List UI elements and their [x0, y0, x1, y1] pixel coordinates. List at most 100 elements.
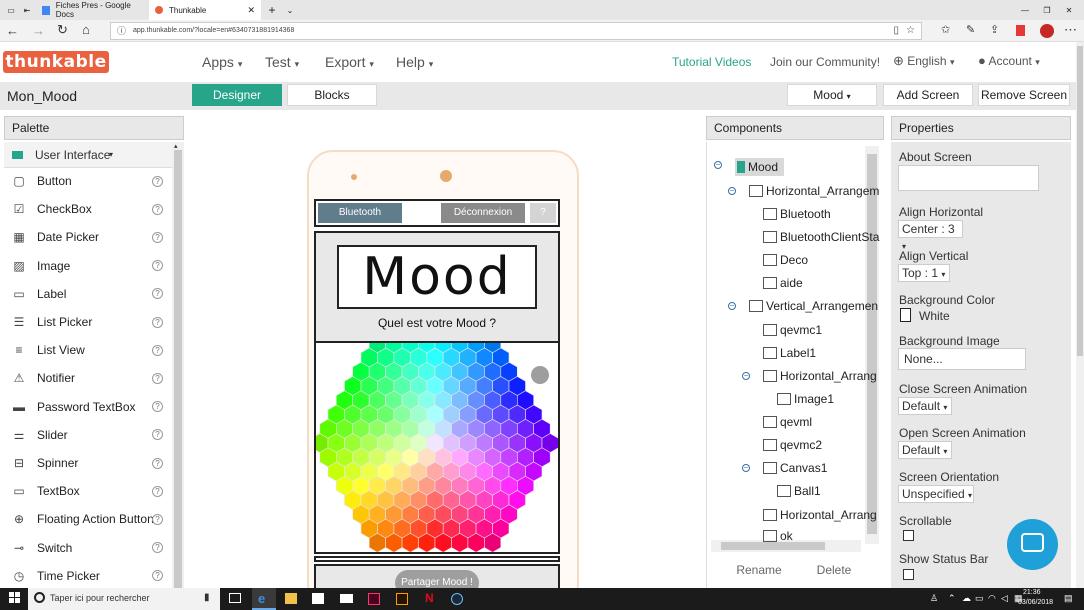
palette-item-image[interactable]: ▨ Image? [4, 252, 169, 280]
chat-button[interactable] [1007, 519, 1058, 570]
help-icon[interactable]: ? [152, 260, 163, 272]
collapse-toggle-icon[interactable]: − [742, 372, 750, 380]
tab-google-docs[interactable]: Fiches Pres - Google Docs [36, 0, 148, 20]
open-animation-select[interactable]: Default ▾ [898, 441, 952, 459]
help-icon[interactable]: ? [152, 175, 163, 187]
rename-button[interactable]: Rename [725, 560, 793, 580]
blocks-tab[interactable]: Blocks [287, 84, 377, 106]
palette-item-notifier[interactable]: ⚠ Notifier? [4, 364, 169, 392]
menu-help[interactable]: Help ▾ [396, 54, 433, 70]
scroll-up-icon[interactable]: ▴ [174, 142, 178, 150]
microphone-icon[interactable]: ▮ [204, 592, 210, 603]
windows-start-icon[interactable] [9, 592, 21, 604]
palette-item-date-picker[interactable]: ▦ Date Picker? [4, 223, 169, 251]
background-color-value[interactable]: White [919, 309, 950, 323]
help-icon[interactable]: ? [152, 457, 163, 469]
people-icon[interactable]: ♙ [930, 593, 938, 604]
thunkable-logo[interactable]: thunkable [3, 51, 109, 73]
chevron-up-icon[interactable]: ⌃ [948, 593, 956, 604]
about-screen-input[interactable] [898, 165, 1039, 191]
align-vertical-select[interactable]: Top : 1 ▾ [898, 264, 950, 282]
designer-tab[interactable]: Designer [192, 84, 282, 106]
notifications-icon[interactable]: ▤ [1064, 593, 1073, 604]
background-image-input[interactable]: None... [898, 348, 1026, 370]
component-deco[interactable]: Deco [763, 253, 808, 267]
component-ok[interactable]: ok [763, 529, 793, 543]
components-hscrollbar-thumb[interactable] [721, 542, 825, 550]
component-horizontal_arrang[interactable]: Horizontal_Arrang [763, 508, 877, 522]
scrollable-checkbox[interactable] [903, 530, 914, 541]
clock-time[interactable]: 21:36 [1023, 589, 1041, 596]
component-horizontal_arrangem[interactable]: Horizontal_Arrangem [749, 184, 879, 198]
minimize-icon[interactable]: — [1018, 0, 1032, 20]
palette-item-spinner[interactable]: ⊟ Spinner? [4, 449, 169, 477]
taskbar-search[interactable]: Taper ici pour rechercher ▮ [28, 588, 220, 610]
help-icon[interactable]: ? [152, 401, 163, 413]
new-tab-icon[interactable]: + [266, 0, 278, 20]
screen-selector[interactable]: Mood ▾ [787, 84, 877, 106]
collapse-toggle-icon[interactable]: − [728, 302, 736, 310]
menu-apps[interactable]: Apps ▾ [202, 54, 242, 70]
back-icon[interactable]: ← [6, 23, 19, 38]
favorite-star-icon[interactable]: ☆ [906, 23, 915, 39]
collapse-toggle-icon[interactable]: − [742, 464, 750, 472]
component-aide[interactable]: aide [763, 276, 803, 290]
help-icon[interactable]: ? [152, 203, 163, 215]
help-icon[interactable]: ? [152, 288, 163, 300]
align-horizontal-select[interactable]: Center : 3 ▾ [898, 220, 963, 251]
palette-item-button[interactable]: ▢ Button? [4, 167, 169, 195]
collapse-toggle-icon[interactable]: − [728, 187, 736, 195]
store-icon[interactable] [312, 593, 324, 604]
reading-view-icon[interactable]: ▯ [893, 23, 899, 39]
task-view-icon[interactable] [229, 593, 241, 603]
component-mood[interactable]: Mood [735, 158, 785, 176]
help-icon[interactable]: ? [152, 372, 163, 384]
account-menu[interactable]: ● Account ▾ [978, 53, 1040, 68]
palette-item-textbox[interactable]: ▭ TextBox? [4, 477, 169, 505]
page-scrollbar[interactable] [1076, 42, 1084, 588]
volume-icon[interactable]: ◁ [1001, 593, 1008, 604]
tab-thunkable[interactable]: Thunkable ✕ [149, 0, 261, 20]
close-animation-select[interactable]: Default ▾ [898, 397, 952, 415]
tab-list-icon[interactable]: ▭ [4, 0, 18, 20]
bluetooth-button[interactable]: Bluetooth [318, 203, 402, 223]
palette-scrollbar[interactable]: ▴ [172, 142, 184, 590]
help-icon[interactable]: ? [152, 570, 163, 582]
palette-item-slider[interactable]: ⚌ Slider? [4, 421, 169, 449]
page-scrollbar-thumb[interactable] [1077, 46, 1083, 356]
component-qevmc1[interactable]: qevmc1 [763, 323, 822, 337]
help-icon[interactable]: ? [152, 542, 163, 554]
palette-item-password-textbox[interactable]: ▬ Password TextBox? [4, 393, 169, 421]
indesign-icon[interactable] [368, 593, 380, 605]
menu-export[interactable]: Export ▾ [325, 54, 374, 70]
language-menu[interactable]: ⊕ English ▾ [893, 53, 954, 69]
color-swatch[interactable] [900, 308, 911, 322]
mail-icon[interactable] [340, 594, 353, 603]
component-bluetoothclientsta[interactable]: BluetoothClientSta [763, 230, 879, 244]
help-icon[interactable]: ? [152, 513, 163, 525]
address-bar[interactable]: ⓘ app.thunkable.com/?locale=en#634073188… [110, 22, 922, 40]
help-icon[interactable]: ? [152, 344, 163, 356]
orientation-select[interactable]: Unspecified ▾ [898, 485, 974, 503]
status-bar-checkbox[interactable] [903, 569, 914, 580]
steam-icon[interactable] [451, 593, 463, 605]
palette-category[interactable]: User Interface ▾ [4, 142, 172, 168]
maximize-icon[interactable]: ❐ [1040, 0, 1054, 20]
community-link[interactable]: Join our Community! [770, 55, 880, 69]
wifi-icon[interactable]: ◠ [988, 593, 996, 604]
chevron-down-icon[interactable]: ⌄ [284, 0, 296, 20]
office-icon[interactable] [1016, 25, 1025, 36]
illustrator-icon[interactable] [396, 593, 408, 605]
palette-scrollbar-thumb[interactable] [174, 150, 182, 590]
components-scrollbar-thumb[interactable] [867, 154, 877, 534]
file-explorer-icon[interactable] [285, 593, 297, 604]
deconnexion-button[interactable]: Déconnexion [441, 203, 525, 223]
palette-item-list-view[interactable]: ≡ List View? [4, 336, 169, 364]
palette-item-label[interactable]: ▭ Label? [4, 280, 169, 308]
palette-item-time-picker[interactable]: ◷ Time Picker? [4, 562, 169, 590]
refresh-icon[interactable]: ↻ [57, 22, 68, 38]
help-icon[interactable]: ? [152, 316, 163, 328]
help-icon[interactable]: ? [152, 485, 163, 497]
menu-test[interactable]: Test ▾ [265, 54, 299, 70]
help-icon[interactable]: ? [152, 231, 163, 243]
